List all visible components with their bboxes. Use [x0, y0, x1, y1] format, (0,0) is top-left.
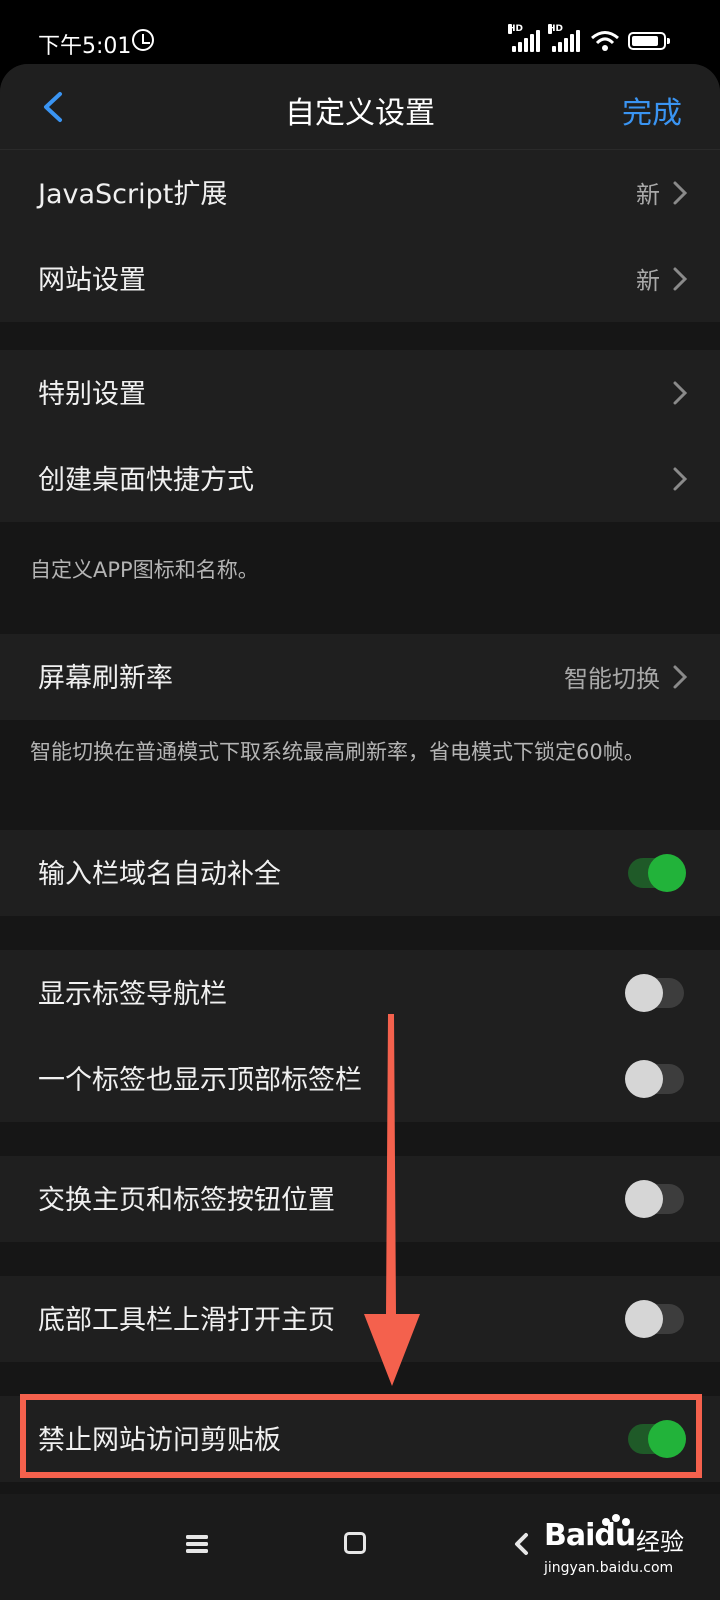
annotation-highlight-box	[20, 1394, 702, 1478]
toggle-knob	[625, 1300, 663, 1338]
chevron-right-icon	[673, 267, 688, 291]
chevron-right-icon	[673, 467, 688, 491]
system-nav-bar: Baidu 经验 jingyan.baidu.com	[0, 1494, 720, 1600]
row-label: 显示标签导航栏	[38, 979, 227, 1010]
done-button[interactable]: 完成	[622, 88, 682, 132]
row-label: 创建桌面快捷方式	[38, 465, 254, 496]
baidu-watermark: Baidu 经验 jingyan.baidu.com	[540, 1514, 710, 1584]
row-site-settings[interactable]: 网站设置 新	[0, 236, 720, 322]
row-badge: 新	[636, 181, 660, 209]
single-tab-top-bar-toggle[interactable]	[625, 1060, 684, 1098]
toggle-knob	[625, 1060, 663, 1098]
page-title: 自定义设置	[285, 96, 435, 131]
toggle-knob	[625, 974, 663, 1012]
chevron-right-icon	[673, 665, 688, 689]
row-autocomplete[interactable]: 输入栏域名自动补全	[0, 830, 720, 916]
status-bar: 下午5:01 HD HD	[0, 0, 720, 64]
row-label: 屏幕刷新率	[38, 663, 173, 694]
section-divider	[0, 322, 720, 350]
watermark-text: 经验	[636, 1528, 684, 1556]
wifi-icon	[591, 31, 619, 51]
back-nav-icon[interactable]	[512, 1532, 532, 1556]
row-label: 一个标签也显示顶部标签栏	[38, 1065, 362, 1096]
swipe-open-home-toggle[interactable]	[625, 1300, 684, 1338]
watermark-logo-a: Bai	[544, 1518, 595, 1553]
section-divider	[0, 1482, 720, 1494]
row-special-settings[interactable]: 特别设置	[0, 350, 720, 436]
row-label: 底部工具栏上滑打开主页	[38, 1305, 335, 1336]
nav-bar: 自定义设置 完成	[0, 64, 720, 150]
baidu-paw-icon	[602, 1514, 630, 1526]
refresh-note: 智能切换在普通模式下取系统最高刷新率，省电模式下锁定60帧。	[30, 740, 645, 764]
row-label: 输入栏域名自动补全	[38, 859, 281, 890]
row-javascript-extension[interactable]: JavaScript扩展 新	[0, 150, 720, 236]
watermark-url: jingyan.baidu.com	[544, 1560, 674, 1576]
status-time: 下午5:01	[38, 34, 132, 59]
row-label: 网站设置	[38, 265, 146, 296]
hd-badge: HD	[508, 24, 524, 34]
menu-icon[interactable]	[186, 1534, 208, 1554]
settings-sheet: 自定义设置 完成 JavaScript扩展 新 网站设置 新 特别设置 创建桌面…	[0, 64, 720, 1600]
row-desktop-shortcut[interactable]: 创建桌面快捷方式	[0, 436, 720, 522]
shortcut-note: 自定义APP图标和名称。	[30, 558, 259, 582]
toggle-knob	[625, 1180, 663, 1218]
row-refresh-rate[interactable]: 屏幕刷新率 智能切换	[0, 634, 720, 720]
row-value: 智能切换	[564, 665, 660, 693]
home-icon[interactable]	[344, 1532, 366, 1554]
battery-icon	[628, 32, 670, 50]
annotation-arrow-icon	[364, 1014, 420, 1386]
row-badge: 新	[636, 267, 660, 295]
section-divider	[0, 916, 720, 950]
hd-badge-2: HD	[548, 24, 564, 34]
autocomplete-toggle[interactable]	[628, 854, 686, 892]
signal-icon-2: HD	[548, 24, 580, 52]
row-label: 特别设置	[38, 379, 146, 410]
row-label: 交换主页和标签按钮位置	[38, 1185, 335, 1216]
toggle-knob	[648, 854, 686, 892]
alarm-icon	[132, 29, 154, 51]
signal-icon: HD	[508, 24, 540, 52]
swap-home-tab-toggle[interactable]	[625, 1180, 684, 1218]
tab-nav-bar-toggle[interactable]	[625, 974, 684, 1012]
chevron-right-icon	[673, 181, 688, 205]
row-label: JavaScript扩展	[38, 179, 228, 210]
chevron-right-icon	[673, 381, 688, 405]
